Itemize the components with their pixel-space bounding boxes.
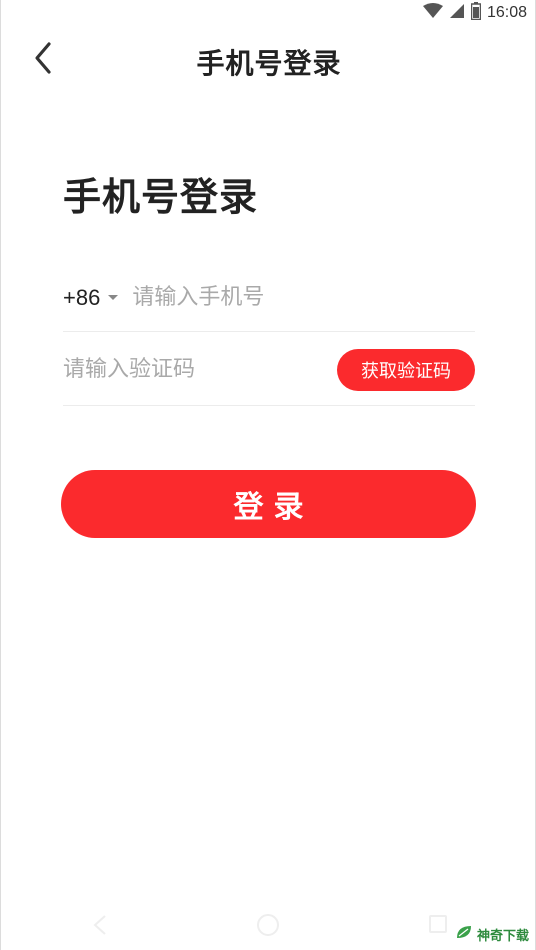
page-title: 手机号登录 <box>63 175 259 219</box>
country-code-selector[interactable]: +86 <box>63 284 119 311</box>
nav-back-icon[interactable] <box>93 914 107 940</box>
verification-code-input[interactable] <box>63 357 337 382</box>
get-code-button[interactable]: 获取验证码 <box>337 348 475 391</box>
header-title: 手机号登录 <box>196 47 342 80</box>
watermark: 神奇下载 <box>455 924 529 944</box>
status-indicators: 16:08 <box>422 2 527 24</box>
battery-icon <box>470 2 482 24</box>
signal-icon <box>449 3 465 23</box>
phone-row: +86 <box>63 264 475 332</box>
code-row: 获取验证码 <box>63 334 475 406</box>
app-screen: 16:08 手机号登录 手机号登录 +86 获取验证码 登录 <box>0 0 536 950</box>
watermark-text: 神奇下载 <box>476 928 529 944</box>
country-code-label: +86 <box>63 284 101 310</box>
nav-recent-icon[interactable] <box>429 915 447 933</box>
status-bar: 16:08 <box>1 0 536 26</box>
header: 手机号登录 <box>1 30 536 92</box>
login-button[interactable]: 登录 <box>61 470 476 538</box>
leaf-logo-icon <box>455 924 473 944</box>
wifi-icon <box>422 3 443 23</box>
caret-down-icon <box>108 295 119 300</box>
status-time: 16:08 <box>486 4 527 21</box>
phone-input[interactable] <box>132 285 475 310</box>
nav-home-icon[interactable] <box>257 914 279 936</box>
